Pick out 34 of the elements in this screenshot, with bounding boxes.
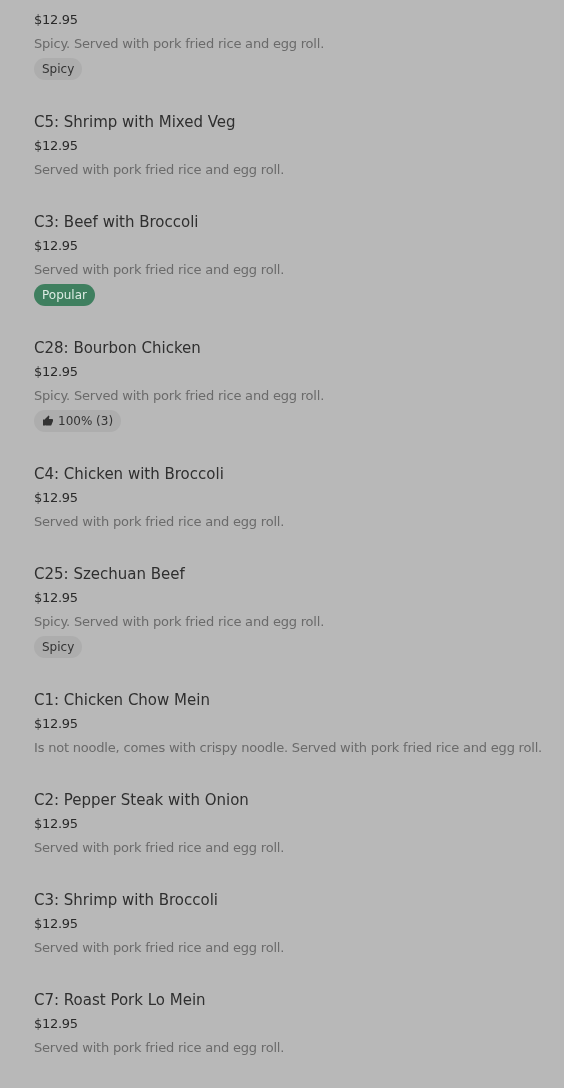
item-title[interactable]: C5: Shrimp with Mixed Veg: [34, 110, 236, 134]
item-description: Spicy. Served with pork fried rice and egg roll.: [34, 387, 325, 405]
rating-badge: 100% (3): [34, 410, 122, 432]
item-price: $12.95: [34, 363, 78, 381]
item-description: Is not noodle, comes with crispy noodle. Served with pork fried rice and egg roll.: [34, 739, 542, 757]
item-title[interactable]: C1: Chicken Chow Mein: [34, 688, 210, 712]
popular-badge: Popular: [34, 284, 95, 306]
item-title[interactable]: C2: Pepper Steak with Onion: [34, 788, 249, 812]
spice-tag: Spicy: [34, 58, 83, 80]
item-description: Spicy. Served with pork fried rice and egg roll.: [34, 35, 325, 53]
item-description: Served with pork fried rice and egg roll.: [34, 161, 285, 179]
item-price: $12.95: [34, 237, 78, 255]
item-price: $12.95: [34, 815, 78, 833]
item-price: $12.95: [34, 489, 78, 507]
item-title[interactable]: C25: Szechuan Beef: [34, 562, 185, 586]
item-description: Spicy. Served with pork fried rice and egg roll.: [34, 613, 325, 631]
item-description: Served with pork fried rice and egg roll.: [34, 1039, 285, 1057]
item-price: $12.95: [34, 915, 78, 933]
spice-tag: Spicy: [34, 636, 83, 658]
item-description: Served with pork fried rice and egg roll.: [34, 261, 285, 279]
item-title[interactable]: C7: Roast Pork Lo Mein: [34, 988, 206, 1012]
item-price: $12.95: [34, 137, 78, 155]
item-description: Served with pork fried rice and egg roll.: [34, 513, 285, 531]
thumbs-up-icon: [42, 415, 54, 427]
item-price: $12.95: [34, 715, 78, 733]
item-price: $12.95: [34, 11, 78, 29]
item-price: $12.95: [34, 1015, 78, 1033]
item-title[interactable]: C3: Beef with Broccoli: [34, 210, 199, 234]
item-title[interactable]: C28: Bourbon Chicken: [34, 336, 201, 360]
item-description: Served with pork fried rice and egg roll.: [34, 939, 285, 957]
item-title[interactable]: C4: Chicken with Broccoli: [34, 462, 224, 486]
item-description: Served with pork fried rice and egg roll.: [34, 839, 285, 857]
item-title[interactable]: C3: Shrimp with Broccoli: [34, 888, 218, 912]
item-price: $12.95: [34, 589, 78, 607]
